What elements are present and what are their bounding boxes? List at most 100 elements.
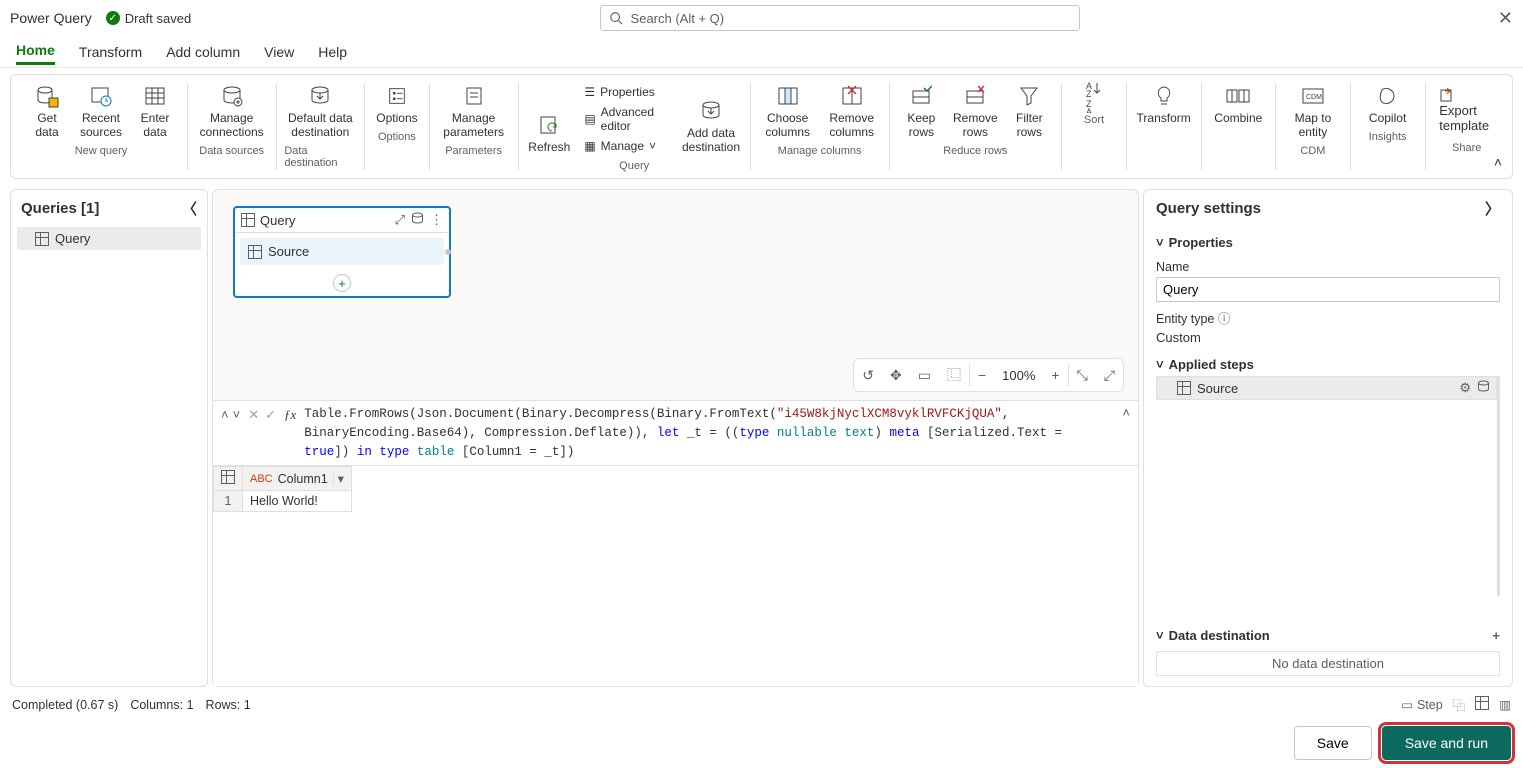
- editor-icon: ▤: [584, 112, 595, 126]
- manage-button[interactable]: ▦Manage ˅: [582, 137, 670, 155]
- recent-sources-button[interactable]: Recentsources: [77, 81, 125, 142]
- filter-rows-button[interactable]: Filterrows: [1005, 81, 1053, 142]
- minimize-icon[interactable]: ⤡: [1069, 367, 1096, 384]
- add-data-destination-button[interactable]: Add datadestination: [680, 96, 742, 157]
- step-forward-icon[interactable]: ˅: [233, 407, 241, 422]
- sort-buttons[interactable]: AZZA: [1070, 81, 1118, 111]
- zoom-in-icon[interactable]: +: [1043, 367, 1067, 383]
- table-view-icon[interactable]: [1475, 696, 1489, 713]
- step-settings-icon[interactable]: ⚙: [1459, 380, 1471, 396]
- save-button[interactable]: Save: [1294, 726, 1372, 760]
- transform-button[interactable]: Transform: [1135, 81, 1193, 128]
- query-node-title: Query: [260, 213, 295, 228]
- keep-rows-button[interactable]: Keeprows: [897, 81, 945, 142]
- table-icon: [35, 232, 49, 246]
- schema-view-icon[interactable]: ▥: [1499, 697, 1511, 712]
- database-icon: [33, 83, 61, 109]
- manage-parameters-button[interactable]: Manageparameters: [438, 81, 510, 142]
- data-preview: ABCColumn1▾ 1 Hello World!: [213, 466, 1138, 686]
- name-label: Name: [1156, 260, 1500, 274]
- tab-add-column[interactable]: Add column: [166, 40, 240, 64]
- properties-button[interactable]: ☰Properties: [582, 83, 670, 101]
- expand-right-icon[interactable]: 〉: [1485, 198, 1500, 219]
- remove-rows-button[interactable]: Removerows: [951, 81, 999, 142]
- expand-formula-icon[interactable]: ˄: [1122, 405, 1130, 420]
- zoom-out-icon[interactable]: −: [970, 367, 994, 383]
- step-back-icon[interactable]: ˄: [221, 407, 229, 422]
- db-icon[interactable]: [411, 212, 424, 228]
- map-icon[interactable]: ⿺: [939, 365, 969, 385]
- combine-button[interactable]: Combine: [1209, 81, 1267, 128]
- select-all-cell[interactable]: [214, 467, 243, 491]
- collapse-left-icon[interactable]: 〈: [182, 198, 197, 219]
- default-data-destination-button[interactable]: Default datadestination: [284, 81, 356, 142]
- enter-data-button[interactable]: Enterdata: [131, 81, 179, 142]
- get-data-button[interactable]: Getdata: [23, 81, 71, 142]
- query-item[interactable]: Query: [17, 227, 201, 250]
- reset-view-icon[interactable]: ↺: [854, 367, 882, 384]
- remove-columns-button[interactable]: Removecolumns: [823, 81, 881, 142]
- group-label-parameters: Parameters: [445, 145, 502, 157]
- info-icon[interactable]: ⓘ: [1218, 312, 1231, 326]
- column-dropdown-icon[interactable]: ▾: [333, 471, 344, 486]
- fullscreen-icon[interactable]: ⤢: [1096, 367, 1123, 384]
- manage-connections-button[interactable]: Manageconnections: [196, 81, 268, 142]
- applied-step-source[interactable]: Source ⚙: [1156, 376, 1497, 400]
- formula-text[interactable]: Table.FromRows(Json.Document(Binary.Deco…: [304, 405, 1114, 461]
- diagram-view-icon[interactable]: ⿻: [1453, 695, 1466, 714]
- chevron-down-icon: ˅: [1156, 628, 1164, 643]
- chevron-down-icon: ˅: [1156, 357, 1164, 372]
- close-icon[interactable]: ✕: [1498, 8, 1513, 29]
- properties-icon: ☰: [584, 85, 595, 99]
- ribbon: Getdata Recentsources Enterdata New quer…: [10, 74, 1513, 179]
- more-icon[interactable]: ⋮: [430, 212, 443, 228]
- group-label-reduce-rows: Reduce rows: [943, 145, 1007, 157]
- ribbon-collapse-icon[interactable]: ˄: [1494, 154, 1502, 170]
- save-and-run-button[interactable]: Save and run: [1382, 726, 1511, 760]
- expand-icon[interactable]: ⤢: [395, 212, 405, 228]
- tab-home[interactable]: Home: [16, 38, 55, 65]
- step-source[interactable]: Source: [240, 238, 444, 265]
- menu-tabs: Home Transform Add column View Help: [0, 36, 1523, 68]
- tab-transform[interactable]: Transform: [79, 40, 142, 64]
- row-header[interactable]: 1: [214, 491, 243, 512]
- data-cell[interactable]: Hello World!: [243, 491, 352, 512]
- diagram-view[interactable]: Query ⤢ ⋮ Source + ↺ ✥ ▭ ⿺ − 100% +: [213, 190, 1138, 400]
- cancel-formula-icon[interactable]: ✕: [248, 407, 259, 423]
- query-settings-panel: Query settings〉 ˅Properties Name Entity …: [1143, 189, 1513, 687]
- svg-text:A: A: [1086, 107, 1092, 113]
- refresh-button[interactable]: Refresh: [526, 110, 572, 157]
- pan-icon[interactable]: ✥: [882, 367, 910, 384]
- advanced-editor-button[interactable]: ▤Advanced editor: [582, 103, 670, 135]
- step-label: Source: [268, 244, 309, 259]
- queries-title: Queries [1]: [21, 200, 99, 217]
- fit-icon[interactable]: ▭: [910, 367, 939, 384]
- choose-columns-button[interactable]: Choosecolumns: [759, 81, 817, 142]
- entity-type-value: Custom: [1156, 330, 1500, 345]
- search-input[interactable]: Search (Alt + Q): [600, 5, 1080, 31]
- status-rows: Rows: 1: [206, 698, 251, 712]
- group-label-options: Options: [378, 131, 416, 143]
- tab-help[interactable]: Help: [318, 40, 347, 64]
- svg-text:Z: Z: [1086, 89, 1092, 99]
- step-view-button[interactable]: ▭ Step: [1401, 697, 1443, 712]
- queries-panel: Queries [1] 〈 Query: [10, 189, 208, 687]
- search-icon: [609, 11, 623, 25]
- properties-section[interactable]: ˅Properties: [1156, 231, 1500, 254]
- query-node[interactable]: Query ⤢ ⋮ Source +: [233, 206, 451, 298]
- tab-view[interactable]: View: [264, 40, 294, 64]
- copilot-button[interactable]: Copilot: [1359, 81, 1417, 128]
- add-destination-icon: [697, 98, 725, 124]
- step-db-icon[interactable]: [1477, 380, 1490, 396]
- column-header[interactable]: ABCColumn1▾: [243, 467, 352, 491]
- applied-steps-section[interactable]: ˅Applied steps: [1156, 353, 1500, 376]
- add-destination-icon[interactable]: +: [1492, 628, 1500, 643]
- fx-icon[interactable]: ƒx: [284, 405, 296, 423]
- query-name-input[interactable]: [1156, 277, 1500, 302]
- map-to-entity-button[interactable]: CDMMap toentity: [1284, 81, 1342, 142]
- accept-formula-icon[interactable]: ✓: [265, 407, 276, 423]
- options-button[interactable]: Options: [373, 81, 421, 128]
- add-step-button[interactable]: +: [333, 274, 351, 292]
- export-template-button[interactable]: Export template: [1433, 81, 1500, 139]
- settings-title: Query settings: [1156, 200, 1261, 217]
